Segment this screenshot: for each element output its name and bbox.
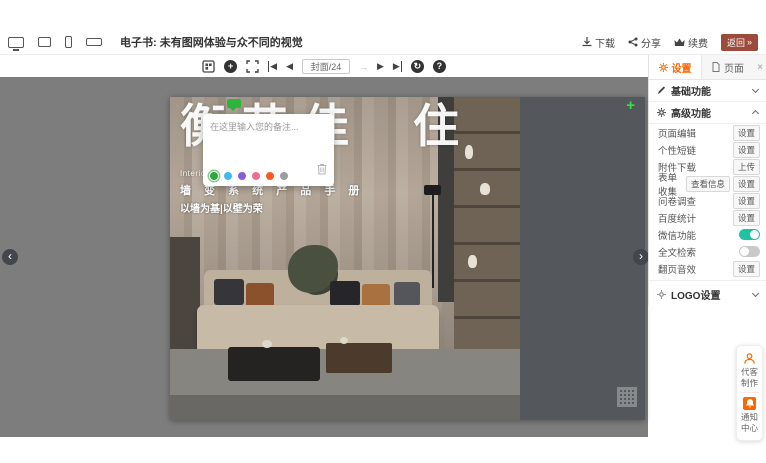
upload-button[interactable]: 上传 bbox=[733, 159, 760, 175]
last-page-icon[interactable]: ▶ bbox=[393, 61, 402, 72]
chevron-down-icon bbox=[752, 86, 759, 93]
renew-button[interactable]: 续费 bbox=[674, 35, 708, 50]
pencil-icon bbox=[657, 86, 666, 95]
note-marker[interactable] bbox=[227, 99, 241, 108]
settings-button[interactable]: 设置 bbox=[733, 176, 760, 192]
note-input[interactable]: 在这里输入您的备注... bbox=[210, 120, 327, 133]
floating-help-widget: 代客制作 通知中心 bbox=[736, 345, 763, 441]
nav-toolbar: + ◀ ◀ 封面/24 → ▶ ▶ ↻ ? bbox=[0, 56, 648, 77]
tab-settings[interactable]: 设置 bbox=[649, 55, 701, 79]
feature-row-page-edit: 页面编辑 设置 bbox=[649, 124, 766, 141]
color-dot-purple[interactable] bbox=[238, 172, 246, 180]
feature-row-baidu-stats: 百度统计 设置 bbox=[649, 209, 766, 226]
tablet-icon[interactable] bbox=[38, 37, 51, 47]
feature-row-questionnaire: 问卷调查 设置 bbox=[649, 192, 766, 209]
fulltext-search-toggle[interactable] bbox=[739, 246, 760, 257]
settings-button[interactable]: 设置 bbox=[733, 193, 760, 209]
color-dot-green[interactable] bbox=[210, 172, 218, 180]
gear-icon bbox=[659, 63, 668, 72]
document-title: 电子书: 未有图网体验与众不同的视觉 bbox=[120, 34, 303, 50]
replay-icon[interactable]: ↻ bbox=[411, 60, 424, 73]
trash-icon[interactable] bbox=[317, 162, 327, 180]
qr-code bbox=[617, 387, 637, 407]
settings-sidebar: 设置 页面 × 基础功能 高级功能 页面编辑 设置 个性短链 设置 bbox=[648, 55, 766, 305]
coffee-table bbox=[228, 347, 320, 381]
feature-row-wechat: 微信功能 bbox=[649, 226, 766, 243]
section-basic-functions[interactable]: 基础功能 bbox=[649, 80, 766, 102]
prev-spread-button[interactable]: ‹ bbox=[2, 249, 18, 265]
canvas-workspace: 衡 艺 佳 住 Interior Wall Covering System 墙 … bbox=[0, 77, 648, 437]
bell-icon bbox=[743, 397, 756, 410]
device-preview-switcher bbox=[8, 36, 102, 48]
prev-page-icon[interactable]: ◀ bbox=[286, 61, 293, 72]
add-element-icon[interactable]: + bbox=[626, 97, 635, 114]
cover-tagline: 以墙为基|以壁为荣 bbox=[180, 200, 263, 215]
chevron-down-icon bbox=[752, 289, 759, 296]
next-page-icon[interactable]: ▶ bbox=[377, 61, 384, 72]
color-dot-orange[interactable] bbox=[266, 172, 274, 180]
ebook-editor-app: 电子书: 未有图网体验与众不同的视觉 下载 分享 续费 返回» + bbox=[0, 0, 766, 463]
person-icon bbox=[743, 352, 756, 365]
close-icon[interactable]: × bbox=[754, 55, 766, 79]
page-indicator-input[interactable]: 封面/24 bbox=[302, 59, 350, 74]
banner-icon[interactable] bbox=[86, 38, 102, 46]
help-icon[interactable]: ? bbox=[433, 60, 446, 73]
zoom-in-icon[interactable]: + bbox=[224, 60, 237, 73]
feature-row-fulltext-search: 全文检索 bbox=[649, 243, 766, 260]
desktop-icon[interactable] bbox=[8, 37, 24, 48]
agent-service-button[interactable]: 代客制作 bbox=[741, 352, 759, 388]
cover-title-char-4: 住 bbox=[413, 103, 459, 149]
notification-center-button[interactable]: 通知中心 bbox=[741, 397, 759, 433]
section-logo-settings[interactable]: LOGO设置 bbox=[649, 283, 766, 305]
feature-row-form-collection: 表单收集 查看信息 设置 bbox=[649, 175, 766, 192]
chevron-up-icon bbox=[752, 110, 759, 117]
back-arrow-icon: » bbox=[747, 37, 752, 47]
gear-icon bbox=[657, 108, 666, 117]
side-table bbox=[326, 343, 392, 373]
wechat-toggle[interactable] bbox=[739, 229, 760, 240]
book-cover-page[interactable]: 衡 艺 佳 住 Interior Wall Covering System 墙 … bbox=[170, 97, 645, 420]
back-button[interactable]: 返回» bbox=[721, 34, 758, 51]
cover-photo: 衡 艺 佳 住 Interior Wall Covering System 墙 … bbox=[170, 97, 520, 420]
arrow-right-icon[interactable]: → bbox=[359, 62, 368, 72]
settings-button[interactable]: 设置 bbox=[733, 125, 760, 141]
share-button[interactable]: 分享 bbox=[628, 35, 661, 50]
first-page-icon[interactable]: ◀ bbox=[268, 61, 277, 72]
note-color-palette bbox=[210, 172, 288, 180]
section-advanced-functions[interactable]: 高级功能 bbox=[649, 102, 766, 124]
fullscreen-icon[interactable] bbox=[246, 60, 259, 73]
settings-button[interactable]: 设置 bbox=[733, 142, 760, 158]
shelf-unit bbox=[454, 97, 520, 359]
feature-row-short-link: 个性短链 设置 bbox=[649, 141, 766, 158]
file-icon bbox=[712, 62, 720, 72]
titlebar-actions: 下载 分享 续费 返回» bbox=[582, 34, 758, 51]
sidebar-tabs: 设置 页面 × bbox=[649, 55, 766, 80]
gear-icon bbox=[657, 290, 666, 299]
share-icon bbox=[628, 37, 638, 47]
note-popup: 在这里输入您的备注... bbox=[203, 114, 334, 186]
thumbnails-icon[interactable] bbox=[202, 60, 215, 73]
feature-row-flip-sound: 翻页音效 设置 bbox=[649, 260, 766, 277]
download-button[interactable]: 下载 bbox=[582, 35, 615, 50]
settings-button[interactable]: 设置 bbox=[733, 261, 760, 277]
floor-lamp bbox=[432, 193, 434, 288]
crown-icon bbox=[674, 38, 685, 47]
mobile-icon[interactable] bbox=[65, 36, 72, 48]
view-info-button[interactable]: 查看信息 bbox=[686, 176, 730, 192]
download-icon bbox=[582, 37, 592, 47]
tab-pages[interactable]: 页面 bbox=[701, 55, 754, 79]
title-bar: 电子书: 未有图网体验与众不同的视觉 下载 分享 续费 返回» bbox=[0, 30, 766, 55]
color-dot-blue[interactable] bbox=[224, 172, 232, 180]
cover-dark-panel: + bbox=[520, 97, 645, 420]
color-dot-gray[interactable] bbox=[280, 172, 288, 180]
color-dot-pink[interactable] bbox=[252, 172, 260, 180]
next-spread-button[interactable]: › bbox=[633, 249, 649, 265]
settings-button[interactable]: 设置 bbox=[733, 210, 760, 226]
